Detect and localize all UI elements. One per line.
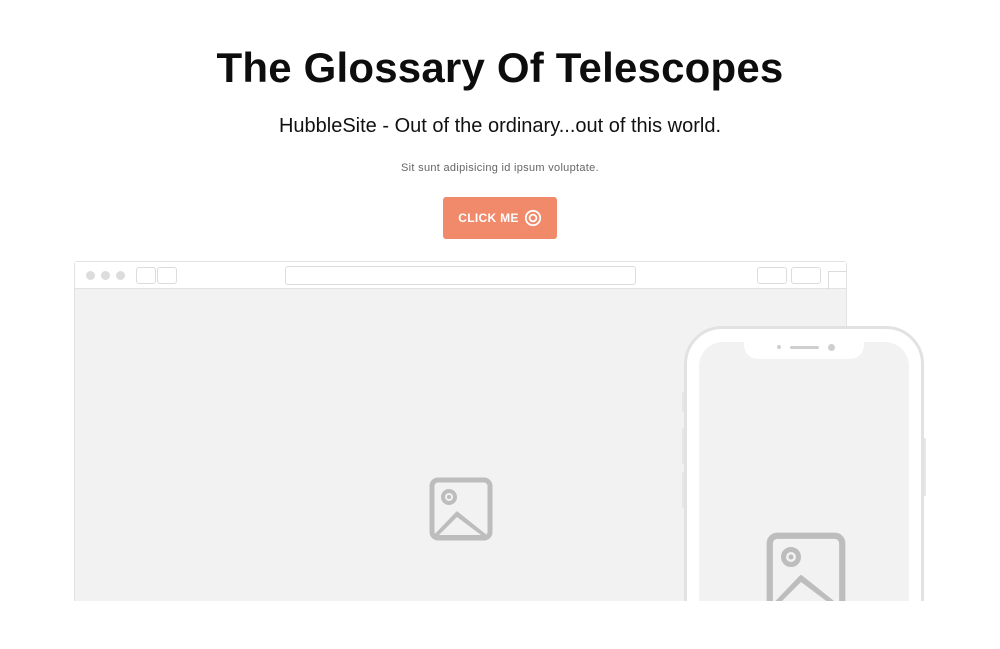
target-icon (524, 209, 542, 227)
page-caption: Sit sunt adipisicing id ipsum voluptate. (401, 162, 599, 174)
browser-address-bar (285, 266, 636, 285)
click-me-button[interactable]: CLICK ME (443, 197, 557, 239)
browser-forward-button (157, 267, 177, 284)
page-subtitle: HubbleSite - Out of the ordinary...out o… (278, 115, 722, 137)
image-placeholder-icon (429, 477, 493, 546)
window-dot-minimize (101, 271, 110, 280)
browser-toolbar (75, 262, 846, 289)
phone-speaker (790, 346, 819, 349)
bottom-whitespace (0, 601, 1000, 649)
browser-corner-widget (828, 271, 847, 290)
browser-back-button (136, 267, 156, 284)
browser-toolbar-button (757, 267, 787, 284)
phone-sensor (777, 345, 781, 349)
window-dot-close (86, 271, 95, 280)
click-me-label: CLICK ME (458, 211, 519, 225)
window-dot-maximize (116, 271, 125, 280)
phone-camera (828, 344, 835, 351)
browser-toolbar-button (791, 267, 821, 284)
page-title: The Glossary Of Telescopes (216, 44, 784, 91)
phone-notch (744, 340, 864, 359)
page: The Glossary Of Telescopes HubbleSite - … (0, 0, 1000, 649)
